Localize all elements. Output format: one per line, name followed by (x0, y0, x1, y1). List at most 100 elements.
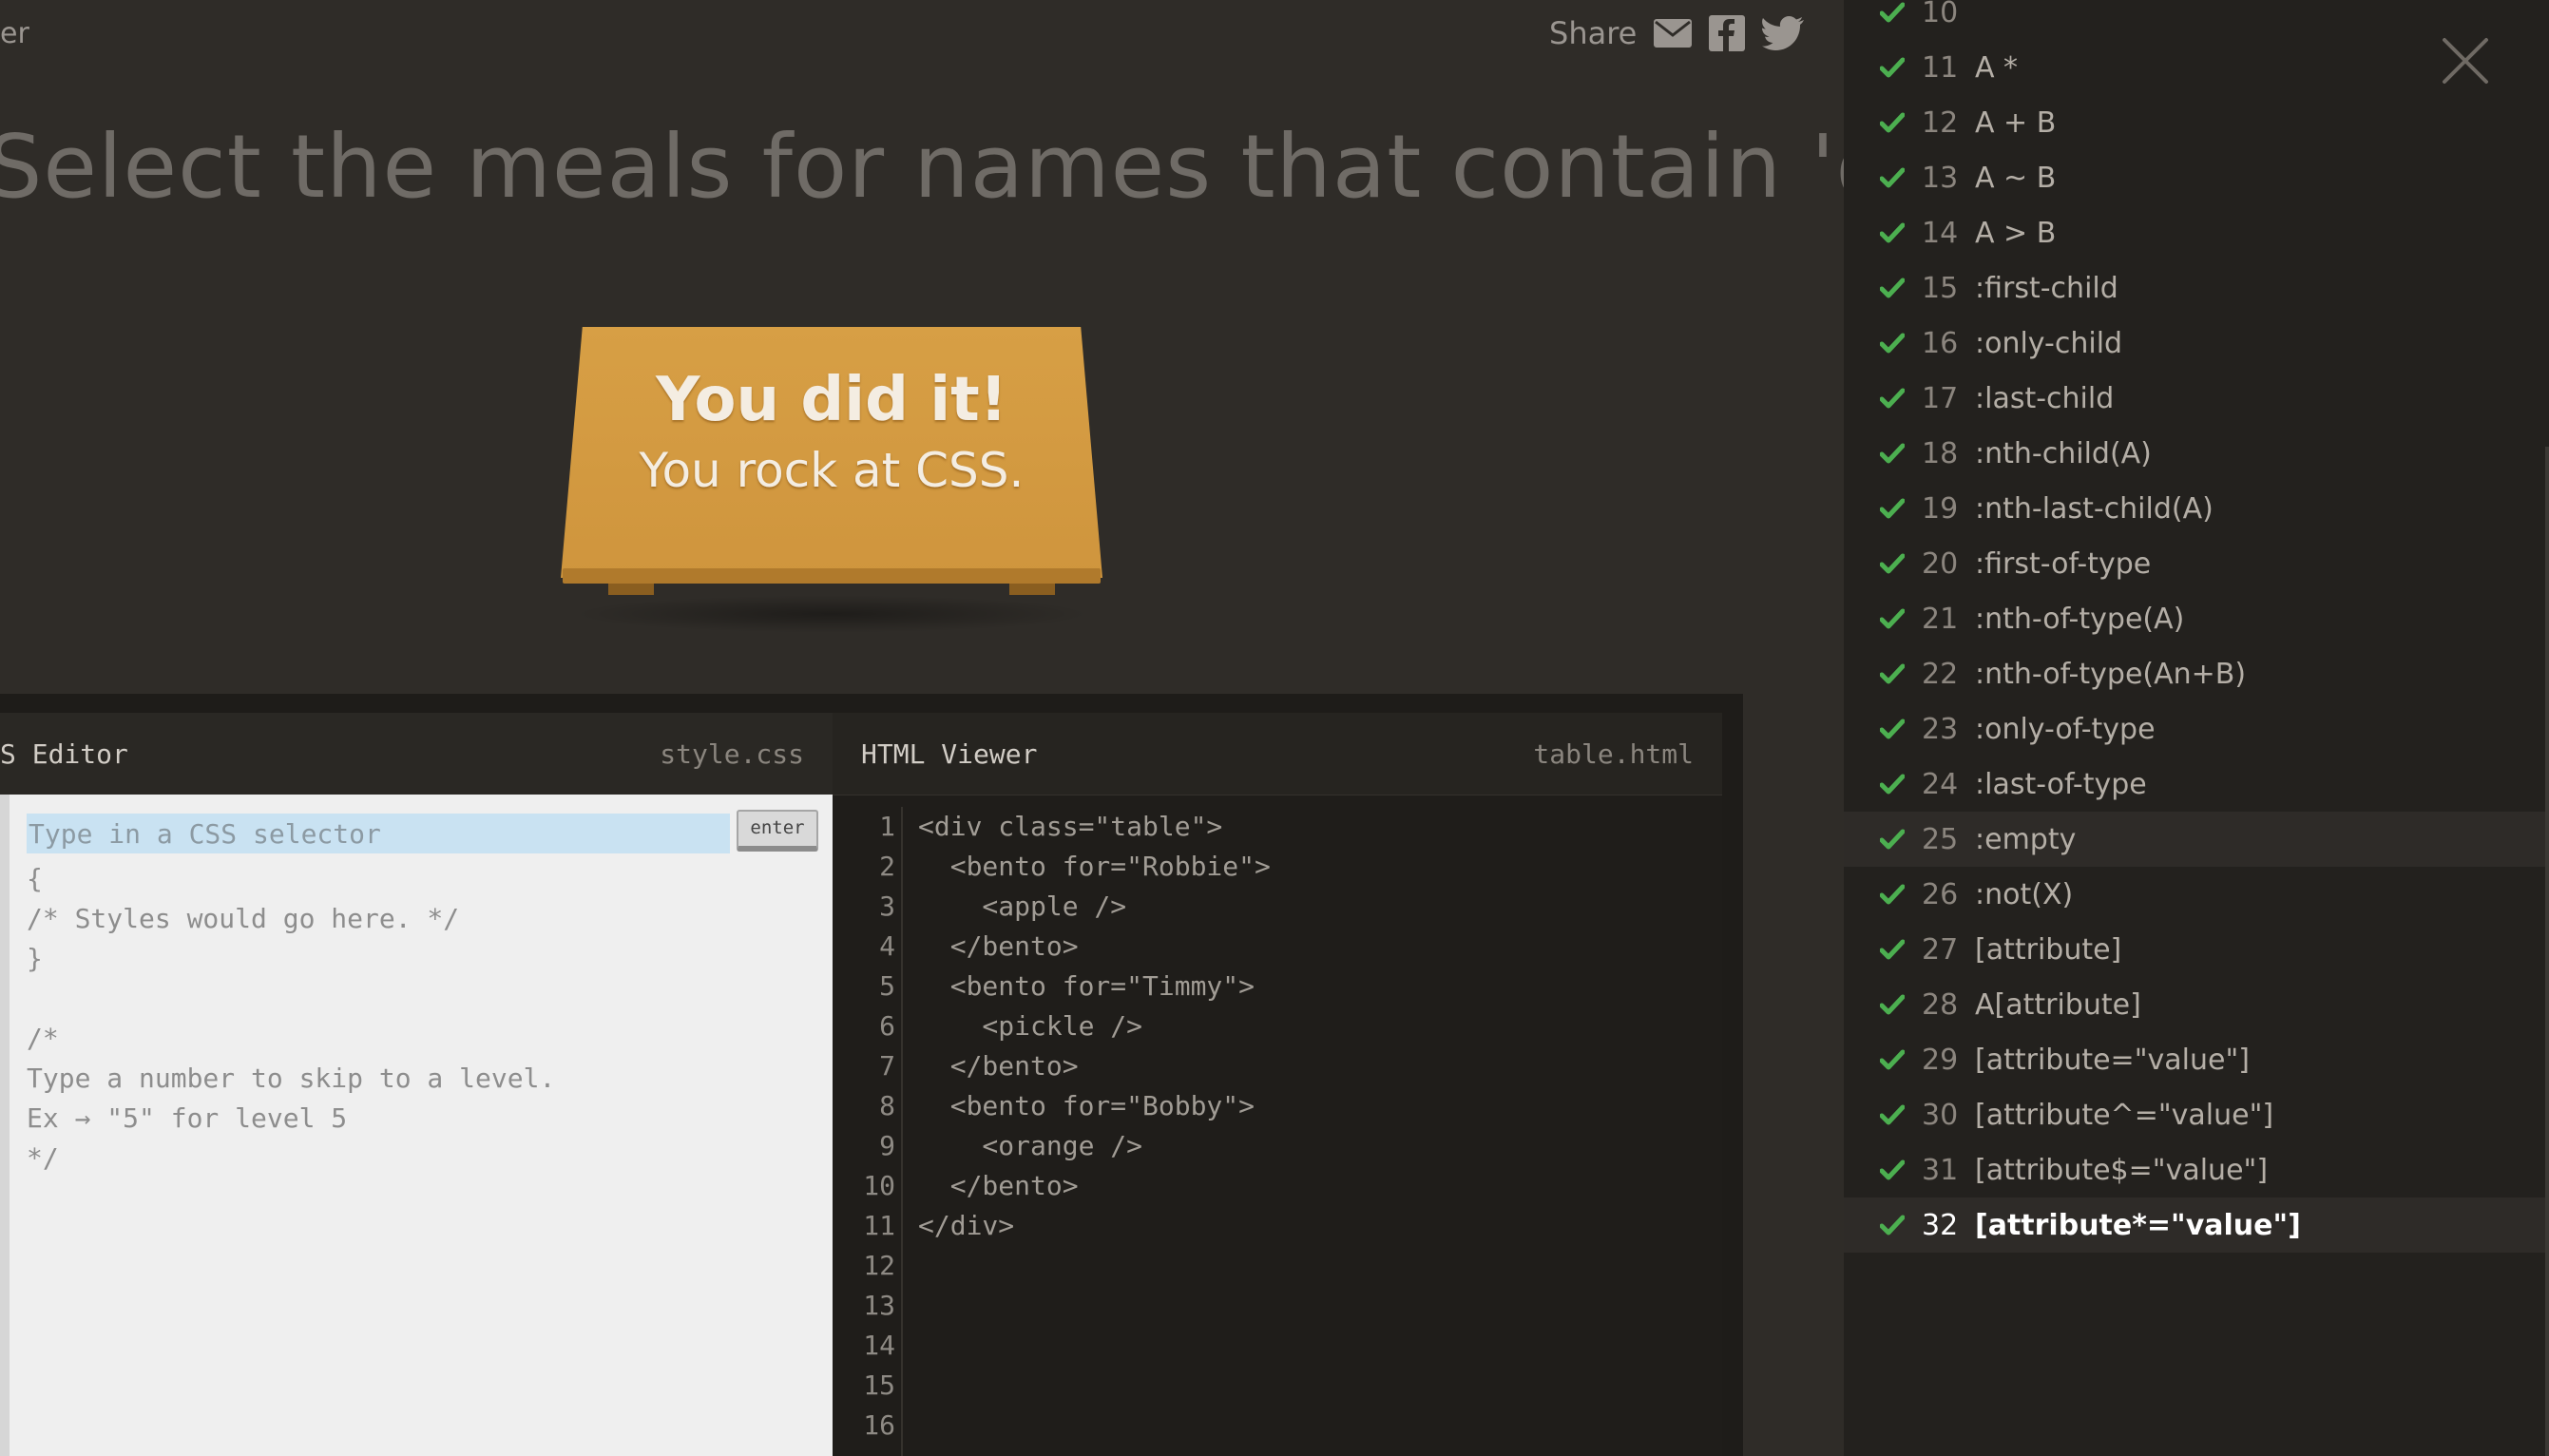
html-code-line: <div class="table"> (918, 811, 1223, 842)
line-number: 3 (879, 891, 895, 922)
level-item-30[interactable]: 30 [attribute^="value"] (1844, 1087, 2549, 1142)
level-item-22[interactable]: 22:nth-of-type(An+B) (1844, 646, 2549, 701)
line-number: 14 (863, 1330, 895, 1361)
line-number: 2 (879, 851, 895, 882)
level-item-17[interactable]: 17:last-child (1844, 371, 2549, 426)
checkmark-icon (1880, 1159, 1912, 1180)
level-number: 20 (1922, 546, 1959, 581)
level-name: [attribute="value"] (1975, 1043, 2250, 1077)
css-code-line: Ex → "5" for level 5 (27, 1102, 348, 1134)
level-sidebar: 10 11 A * 12 A + B 13 A ~ B 14 A > B 15:first-chi… (1844, 0, 2549, 1456)
level-item-31[interactable]: 31 [attribute$="value"] (1844, 1142, 2549, 1197)
css-editor-body: enter {/* Styles would go here. */} /* Typ… (0, 795, 833, 1456)
level-item-20[interactable]: 20:first-of-type (1844, 536, 2549, 591)
checkmark-icon (1880, 663, 1912, 684)
html-code-line: <apple /> (918, 891, 1127, 922)
level-name: A[attribute] (1975, 987, 2141, 1022)
level-name: :only-of-type (1975, 712, 2156, 746)
level-item-24[interactable]: 24:last-of-type (1844, 757, 2549, 812)
level-number: 15 (1922, 271, 1959, 305)
level-item-12[interactable]: 12 A + B (1844, 95, 2549, 150)
envelope-icon[interactable] (1654, 19, 1693, 48)
line-number: 5 (879, 970, 895, 1002)
css-code-line (27, 979, 555, 1019)
level-number: 25 (1922, 822, 1959, 856)
checkmark-icon (1880, 333, 1912, 354)
level-name: :nth-of-type(A) (1975, 602, 2185, 636)
html-code-line: </bento> (918, 930, 1079, 962)
css-code-line: { (27, 863, 43, 894)
table-edge (563, 568, 1101, 584)
level-number: 28 (1922, 987, 1959, 1022)
level-item-25[interactable]: 25 :empty (1844, 812, 2549, 867)
level-number: 10 (1922, 0, 1959, 29)
level-item-21[interactable]: 21 :nth-of-type(A) (1844, 591, 2549, 646)
level-name: :nth-of-type(An+B) (1975, 657, 2247, 691)
line-number: 1 (879, 811, 895, 842)
checkmark-icon (1880, 884, 1912, 905)
level-instruction: Select the meals for names that contain … (0, 116, 1844, 218)
html-code-line: <bento for="Timmy"> (918, 970, 1255, 1002)
html-viewer-header: HTML Viewer table.html (833, 713, 1722, 795)
level-item-15[interactable]: 15:first-child (1844, 260, 2549, 316)
checkmark-icon (1880, 167, 1912, 188)
line-number: 15 (863, 1370, 895, 1401)
html-viewer-pane: HTML Viewer table.html 1 2 3 4 5 6 7 8 9 10 11 12 13… (833, 713, 1722, 1456)
sidebar-scrollbar[interactable] (2545, 447, 2549, 1456)
level-name: :last-of-type (1975, 767, 2147, 801)
level-item-13[interactable]: 13 A ~ B (1844, 150, 2549, 205)
level-item-32[interactable]: 32 [attribute*="value"] (1844, 1197, 2549, 1253)
level-number: 32 (1922, 1208, 1959, 1242)
level-name: A ~ B (1975, 161, 2057, 195)
css-code-line: /* Styles would go here. */ (27, 903, 460, 934)
level-item-14[interactable]: 14 A > B (1844, 205, 2549, 260)
html-code-line (918, 1246, 1271, 1286)
line-number: 6 (879, 1010, 895, 1042)
enter-button[interactable]: enter (737, 810, 818, 852)
checkmark-icon (1880, 774, 1912, 795)
level-item-28[interactable]: 28 A[attribute] (1844, 977, 2549, 1032)
line-number: 4 (879, 930, 895, 962)
level-number: 30 (1922, 1098, 1959, 1132)
css-code-line: /* (27, 1023, 59, 1054)
html-code-line (918, 1326, 1271, 1366)
level-name: :empty (1975, 822, 2077, 856)
checkmark-icon (1880, 443, 1912, 464)
level-name: :nth-last-child(A) (1975, 491, 2214, 526)
dining-table: You did it! You rock at CSS. (561, 327, 1102, 641)
close-icon[interactable] (2439, 34, 2492, 87)
level-name: A * (1975, 50, 2019, 85)
facebook-icon[interactable] (1709, 15, 1746, 51)
html-code-line: <orange /> (918, 1130, 1143, 1161)
level-name: A + B (1975, 105, 2057, 140)
level-name: :nth-child(A) (1975, 436, 2152, 470)
level-name: A > B (1975, 216, 2057, 250)
level-item-19[interactable]: 19:nth-last-child(A) (1844, 481, 2549, 536)
level-item-18[interactable]: 18:nth-child(A) (1844, 426, 2549, 481)
level-name: :only-child (1975, 326, 2123, 360)
level-name: :last-child (1975, 381, 2115, 415)
line-number: 16 (863, 1409, 895, 1441)
level-number: 13 (1922, 161, 1959, 195)
line-number-gutter: 1 2 3 4 5 6 7 8 9 10 11 12 13 14 15 16 (833, 807, 903, 1456)
level-name: [attribute$="value"] (1975, 1153, 2269, 1187)
app-root: er Share Select the meals for names that… (0, 0, 2549, 1456)
line-number: 10 (863, 1170, 895, 1201)
level-number: 23 (1922, 712, 1959, 746)
css-selector-input[interactable] (27, 814, 730, 853)
level-item-16[interactable]: 16:only-child (1844, 316, 2549, 371)
level-number: 21 (1922, 602, 1959, 636)
level-item-27[interactable]: 27 [attribute] (1844, 922, 2549, 977)
level-item-23[interactable]: 23 :only-of-type (1844, 701, 2549, 757)
css-code-line: } (27, 943, 43, 974)
level-number: 12 (1922, 105, 1959, 140)
level-item-29[interactable]: 29 [attribute="value"] (1844, 1032, 2549, 1087)
level-item-26[interactable]: 26:not(X) (1844, 867, 2549, 922)
level-name: [attribute] (1975, 932, 2122, 967)
twitter-icon[interactable] (1762, 16, 1805, 50)
css-code-line: */ (27, 1142, 59, 1174)
html-code-line (918, 1406, 1271, 1446)
win-subtitle: You rock at CSS. (639, 443, 1025, 498)
checkmark-icon (1880, 718, 1912, 739)
level-name: [attribute*="value"] (1975, 1208, 2301, 1242)
